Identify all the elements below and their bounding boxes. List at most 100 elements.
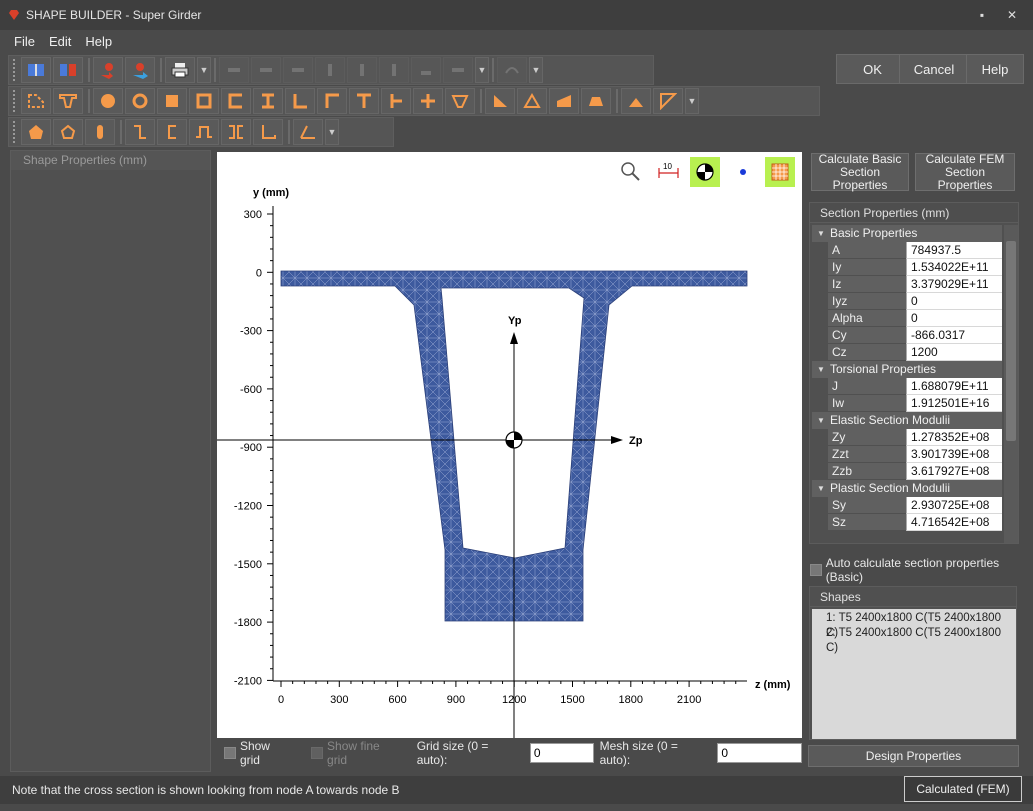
property-value[interactable]: 3.617927E+08	[906, 463, 1002, 480]
tool-circle[interactable]	[93, 88, 123, 114]
menu-edit[interactable]: Edit	[42, 34, 78, 49]
property-row[interactable]: J 1.688079E+11	[812, 378, 1002, 395]
cancel-button[interactable]: Cancel	[899, 54, 969, 84]
property-row[interactable]: Cy -866.0317	[812, 327, 1002, 344]
print-button[interactable]	[165, 57, 195, 83]
chevron-down-icon[interactable]: ▼	[817, 480, 825, 497]
property-row[interactable]: Sy 2.930725E+08	[812, 497, 1002, 514]
tool-cross[interactable]	[413, 88, 443, 114]
drawing-canvas[interactable]: 300 0 -300 -600 -900 -1200 -1500 -1800 -2100 0 30…	[217, 152, 802, 738]
property-value[interactable]: 1.688079E+11	[906, 378, 1002, 395]
tool-quad[interactable]	[549, 88, 579, 114]
toolbar-grip[interactable]	[13, 59, 17, 81]
tool-triangle[interactable]	[517, 88, 547, 114]
node-dot-icon[interactable]	[740, 169, 746, 175]
align-left-button[interactable]	[219, 57, 249, 83]
align-middle-button[interactable]	[347, 57, 377, 83]
align-dropdown[interactable]: ▼	[475, 57, 489, 83]
calculate-basic-button[interactable]: Calculate Basic Section Properties	[811, 152, 909, 191]
property-value[interactable]: 4.716542E+08	[906, 514, 1002, 531]
distribute-button[interactable]	[411, 57, 441, 83]
property-row[interactable]: Cz 1200	[812, 344, 1002, 361]
property-category[interactable]: ▼ Torsional Properties	[812, 361, 1002, 378]
tool-chamfer[interactable]	[653, 88, 683, 114]
align-top-button[interactable]	[315, 57, 345, 83]
show-grid-checkbox[interactable]	[224, 747, 236, 759]
tool-i-beam[interactable]	[253, 88, 283, 114]
menu-file[interactable]: File	[7, 34, 42, 49]
toolbar-grip[interactable]	[13, 121, 17, 143]
export-shape-button[interactable]	[125, 57, 155, 83]
property-value[interactable]: 1.278352E+08	[906, 429, 1002, 446]
property-value[interactable]: -866.0317	[906, 327, 1002, 344]
tool-channel[interactable]	[221, 88, 251, 114]
shape-tools-dropdown[interactable]: ▼	[685, 88, 699, 114]
row3-dropdown[interactable]: ▼	[325, 119, 339, 145]
align-bottom-button[interactable]	[379, 57, 409, 83]
property-row[interactable]: Iw 1.912501E+16	[812, 395, 1002, 412]
property-row[interactable]: A 784937.5	[812, 242, 1002, 259]
property-value[interactable]: 0	[906, 293, 1002, 310]
tool-custom-shape[interactable]	[21, 88, 51, 114]
property-row[interactable]: Sz 4.716542E+08	[812, 514, 1002, 531]
toolbar-grip[interactable]	[13, 90, 17, 112]
menu-help[interactable]: Help	[78, 34, 119, 49]
dimension-icon[interactable]: 10	[658, 162, 679, 178]
property-value[interactable]: 2.930725E+08	[906, 497, 1002, 514]
tool-trapezoid-solid[interactable]	[581, 88, 611, 114]
tool-hollow-pentagon[interactable]	[53, 119, 83, 145]
property-value[interactable]: 3.901739E+08	[906, 446, 1002, 463]
design-properties-button[interactable]: Design Properties	[808, 745, 1019, 767]
tool-hat-section[interactable]	[189, 119, 219, 145]
tool-hollow-rectangle[interactable]	[189, 88, 219, 114]
property-value[interactable]: 1.912501E+16	[906, 395, 1002, 412]
tool-pentagon[interactable]	[21, 119, 51, 145]
open-library-button[interactable]	[21, 57, 51, 83]
tool-tee[interactable]	[349, 88, 379, 114]
property-category[interactable]: ▼ Plastic Section Modulii	[812, 480, 1002, 497]
property-row[interactable]: Iyz 0	[812, 293, 1002, 310]
property-row[interactable]: Alpha 0	[812, 310, 1002, 327]
mesh-size-input[interactable]: 0	[717, 743, 802, 763]
tool-super-girder[interactable]	[53, 88, 83, 114]
chevron-down-icon[interactable]: ▼	[817, 412, 825, 429]
property-grid-scrollbar[interactable]	[1004, 225, 1018, 543]
rotate-dropdown[interactable]: ▼	[529, 57, 543, 83]
tool-double-channel[interactable]	[221, 119, 251, 145]
scrollbar-thumb[interactable]	[1006, 241, 1016, 441]
shapes-list[interactable]: 1: T5 2400x1800 C(T5 2400x1800 C) 2: T5 …	[812, 609, 1016, 739]
property-category[interactable]: ▼ Basic Properties	[812, 225, 1002, 242]
tool-angle[interactable]	[285, 88, 315, 114]
show-fine-grid-checkbox[interactable]	[311, 747, 324, 759]
zoom-icon[interactable]	[621, 162, 640, 181]
tool-bent-plate[interactable]	[293, 119, 323, 145]
chevron-down-icon[interactable]: ▼	[817, 225, 825, 242]
property-row[interactable]: Zzt 3.901739E+08	[812, 446, 1002, 463]
help-button[interactable]: Help	[966, 54, 1024, 84]
align-center-button[interactable]	[251, 57, 281, 83]
save-library-button[interactable]	[53, 57, 83, 83]
tool-side-tee[interactable]	[381, 88, 411, 114]
property-value[interactable]: 1.534022E+11	[906, 259, 1002, 276]
grid-size-input[interactable]: 0	[529, 743, 594, 763]
tool-fillet[interactable]	[621, 88, 651, 114]
chevron-down-icon[interactable]: ▼	[817, 361, 825, 378]
property-value[interactable]: 0	[906, 310, 1002, 327]
print-dropdown[interactable]: ▼	[197, 57, 211, 83]
tool-rectangle[interactable]	[157, 88, 187, 114]
property-row[interactable]: Iy 1.534022E+11	[812, 259, 1002, 276]
property-row[interactable]: Zy 1.278352E+08	[812, 429, 1002, 446]
tool-angle-inverted[interactable]	[317, 88, 347, 114]
property-category[interactable]: ▼ Elastic Section Modulii	[812, 412, 1002, 429]
property-grid[interactable]: ▼ Basic Properties A 784937.5 Iy 1.534022E+11…	[812, 225, 1002, 543]
tool-hollow-circle[interactable]	[125, 88, 155, 114]
property-row[interactable]: Iz 3.379029E+11	[812, 276, 1002, 293]
property-value[interactable]: 1200	[906, 344, 1002, 361]
list-item[interactable]: 1: T5 2400x1800 C(T5 2400x1800 C)	[826, 611, 1016, 639]
tool-z-section[interactable]	[125, 119, 155, 145]
import-shape-button[interactable]	[93, 57, 123, 83]
calculate-fem-button[interactable]: Calculate FEM Section Properties	[915, 152, 1015, 191]
property-value[interactable]: 784937.5	[906, 242, 1002, 259]
rotate-button[interactable]	[497, 57, 527, 83]
tool-c-section[interactable]	[157, 119, 187, 145]
